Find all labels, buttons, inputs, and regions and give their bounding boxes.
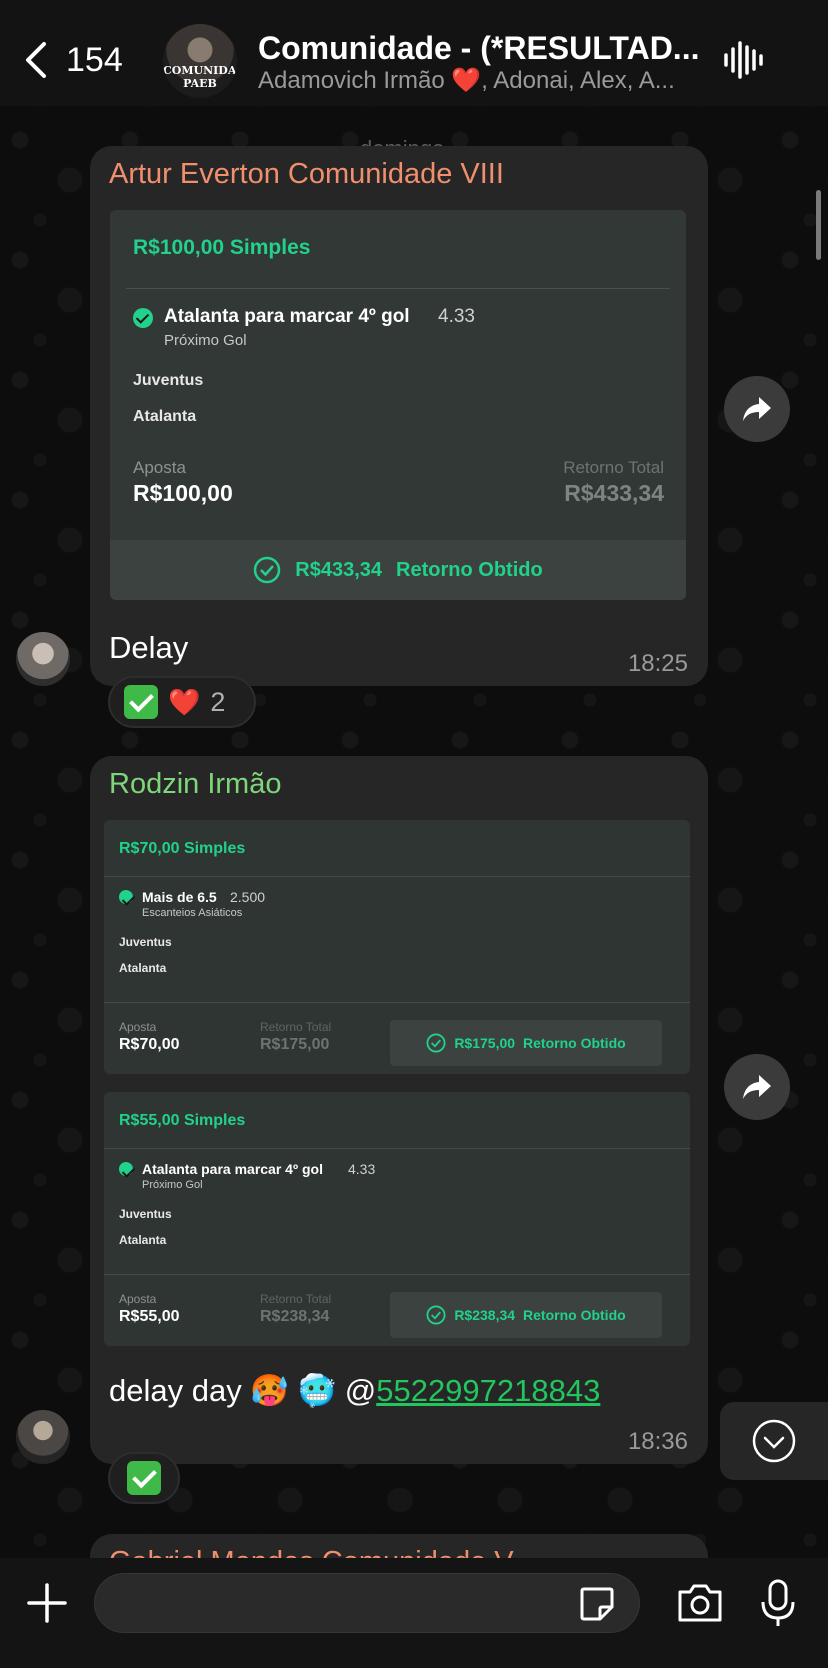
return-value: R$238,34	[260, 1308, 330, 1325]
avatar[interactable]	[16, 1410, 70, 1464]
camera-icon[interactable]	[676, 1582, 724, 1624]
mention-link[interactable]: 5522997218843	[376, 1373, 600, 1408]
message-input[interactable]	[94, 1573, 640, 1633]
microphone-icon[interactable]	[760, 1578, 796, 1628]
plus-icon[interactable]	[26, 1582, 68, 1624]
ticket-team-away: Atalanta	[133, 408, 197, 425]
ticket-team-home: Juventus	[119, 935, 172, 949]
group-members[interactable]: Adamovich Irmão ❤️, Adonai, Alex, A...	[258, 66, 698, 95]
ticket-divider	[104, 1002, 690, 1003]
stake-value: R$55,00	[119, 1308, 180, 1325]
message-text-prefix: delay day 🥵 🥶 @	[109, 1373, 377, 1408]
stake-label: Aposta	[119, 1020, 157, 1034]
message-bubble[interactable]: Rodzin Irmão R$70,00 Simples Mais de 6.5…	[90, 756, 708, 1464]
footer-label: Retorno Obtido	[396, 558, 543, 581]
message-bubble[interactable]: Artur Everton Comunidade VIII R$100,00 S…	[90, 146, 708, 686]
reactions-pill[interactable]: ❤️ 2	[108, 676, 256, 728]
ticket-team-home: Juventus	[133, 372, 204, 389]
ticket-team-away: Atalanta	[119, 961, 167, 975]
chat-header: 154 COMUNIDADE PAEB Comunidade - (*RESUL…	[0, 0, 828, 106]
ticket-selection: Mais de 6.5	[142, 889, 217, 905]
return-value: R$175,00	[260, 1036, 330, 1053]
chevron-down-icon	[752, 1419, 796, 1463]
bet-ticket[interactable]: R$55,00 Simples Atalanta para marcar 4º …	[104, 1092, 690, 1346]
group-avatar[interactable]: COMUNIDADE PAEB	[163, 24, 237, 98]
message-time: 18:25	[627, 650, 688, 677]
ticket-odds: 4.33	[438, 306, 475, 327]
reaction-count: 2	[210, 686, 226, 717]
ticket-market: Escanteios Asiáticos	[142, 907, 243, 919]
group-avatar-text: COMUNIDADE PAEB	[163, 64, 237, 90]
audio-wave-icon[interactable]	[722, 38, 766, 82]
return-value: R$433,34	[564, 480, 664, 506]
footer-amount: R$175,00	[454, 1035, 516, 1051]
ticket-odds: 4.33	[348, 1161, 376, 1177]
message-text: delay day 🥵 🥶 @5522997218843	[109, 1372, 600, 1409]
bet-ticket[interactable]: R$100,00 Simples Atalanta para marcar 4º…	[110, 210, 686, 600]
sender-name[interactable]: Rodzin Irmão	[109, 768, 281, 801]
check-icon	[119, 890, 133, 904]
stake-label: Aposta	[133, 458, 186, 477]
footer-amount: R$433,34	[295, 558, 383, 581]
ticket-divider	[104, 1274, 690, 1275]
ticket-divider	[126, 288, 670, 289]
ticket-footer: R$175,00 Retorno Obtido	[390, 1020, 662, 1066]
stake-value: R$70,00	[119, 1036, 180, 1053]
forward-icon	[743, 397, 771, 421]
ticket-footer: R$238,34 Retorno Obtido	[390, 1292, 662, 1338]
message-time: 18:36	[627, 1428, 688, 1455]
forward-icon	[743, 1075, 771, 1099]
heart-reaction: ❤️	[168, 686, 201, 717]
check-circle-icon	[254, 556, 281, 584]
ticket-title: R$70,00 Simples	[119, 840, 246, 857]
check-icon	[119, 1162, 133, 1176]
scrollbar[interactable]	[816, 190, 821, 260]
stake-label: Aposta	[119, 1292, 157, 1306]
check-circle-icon	[426, 1033, 446, 1053]
ticket-divider	[104, 1148, 690, 1149]
unread-count: 154	[66, 40, 123, 79]
ticket-title: R$100,00 Simples	[133, 236, 311, 259]
message-text: Delay	[109, 630, 189, 665]
stake-value: R$100,00	[133, 480, 233, 506]
ticket-market: Próximo Gol	[164, 332, 247, 349]
ticket-team-away: Atalanta	[119, 1233, 167, 1247]
bet-ticket[interactable]: R$70,00 Simples Mais de 6.5 2.500 Escant…	[104, 820, 690, 1074]
ticket-footer: R$433,34 Retorno Obtido	[110, 540, 686, 600]
ticket-market: Próximo Gol	[142, 1179, 203, 1191]
avatar[interactable]	[16, 632, 70, 686]
check-mark-icon	[127, 1461, 161, 1495]
return-label: Retorno Total	[260, 1292, 332, 1306]
scroll-to-bottom-button[interactable]	[720, 1402, 828, 1480]
group-title[interactable]: Comunidade - (*RESULTAD...	[258, 30, 698, 67]
reactions-pill[interactable]	[108, 1452, 180, 1504]
return-label: Retorno Total	[260, 1020, 332, 1034]
check-icon	[133, 308, 153, 328]
back-button[interactable]: 154	[22, 40, 123, 80]
sender-name[interactable]: Artur Everton Comunidade VIII	[109, 158, 504, 191]
return-label: Retorno Total	[563, 458, 664, 477]
sticker-icon[interactable]	[578, 1585, 616, 1623]
ticket-divider	[104, 876, 690, 877]
check-mark-icon	[124, 685, 158, 719]
footer-label: Retorno Obtido	[523, 1035, 626, 1051]
ticket-title: R$55,00 Simples	[119, 1112, 246, 1129]
chevron-left-icon	[26, 42, 46, 78]
ticket-selection: Atalanta para marcar 4º gol	[164, 306, 410, 327]
forward-button[interactable]	[724, 376, 790, 442]
ticket-odds: 2.500	[230, 889, 266, 905]
forward-button[interactable]	[724, 1054, 790, 1120]
footer-label: Retorno Obtido	[523, 1307, 626, 1323]
footer-amount: R$238,34	[454, 1307, 516, 1323]
check-circle-icon	[426, 1305, 446, 1325]
ticket-team-home: Juventus	[119, 1207, 172, 1221]
ticket-selection: Atalanta para marcar 4º gol	[142, 1161, 323, 1177]
